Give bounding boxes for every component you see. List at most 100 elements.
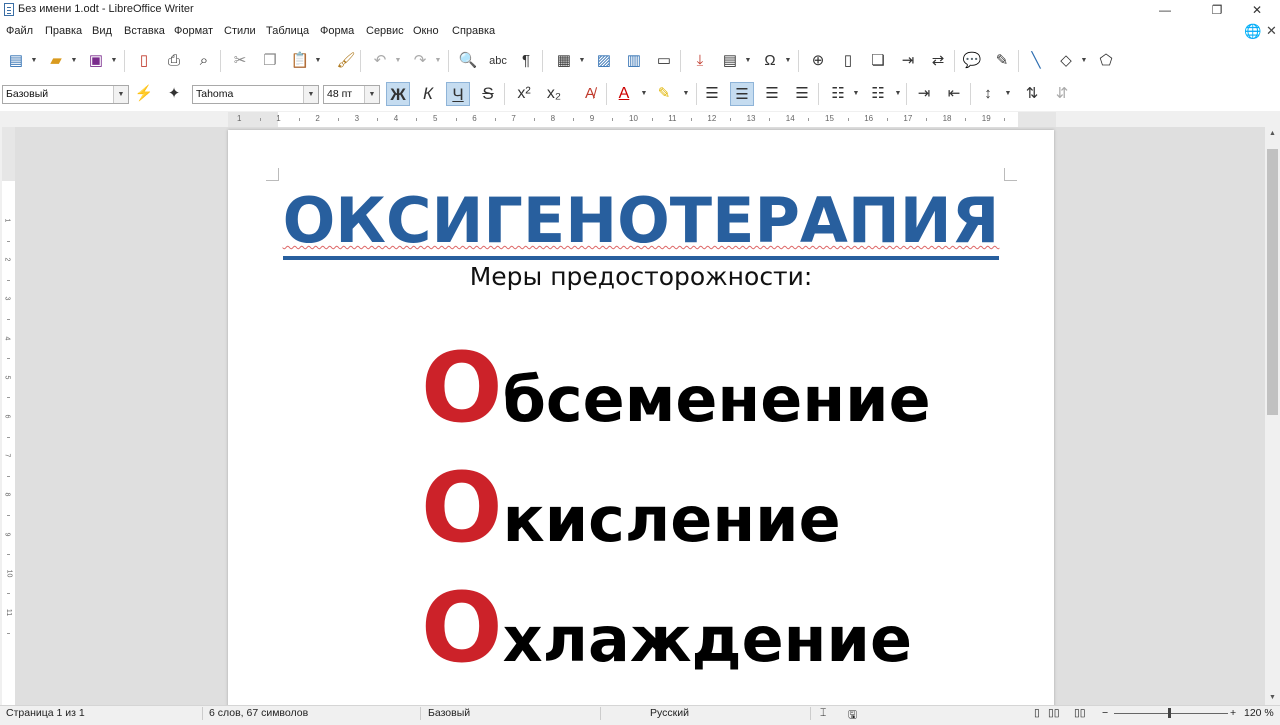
copy-icon[interactable]: ❐ <box>258 49 282 73</box>
ordered-list-icon[interactable]: ☷ <box>866 82 890 106</box>
new-dropdown-icon[interactable]: ▼ <box>30 49 38 73</box>
align-center-icon[interactable]: ☰ <box>730 82 754 106</box>
menu-tools[interactable]: Сервис <box>366 25 404 37</box>
draw-functions-icon[interactable]: ⬠ <box>1094 49 1118 73</box>
font-color-icon[interactable]: A <box>612 82 636 106</box>
track-changes-icon[interactable]: ✎ <box>990 49 1014 73</box>
vertical-ruler[interactable]: 1 2 3 4 5 6 7 8 9 10 11 <box>2 127 16 705</box>
shapes-dropdown-icon[interactable]: ▼ <box>1080 49 1088 73</box>
italic-button[interactable]: К <box>416 82 440 106</box>
insert-textbox-icon[interactable]: ▭ <box>652 49 676 73</box>
menu-format[interactable]: Формат <box>174 25 213 37</box>
multi-page-view-icon[interactable]: ▯▯ <box>1048 707 1060 719</box>
paste-icon[interactable]: 📋 <box>288 49 312 73</box>
save-dropdown-icon[interactable]: ▼ <box>110 49 118 73</box>
book-view-icon[interactable]: ▯▯ <box>1074 707 1086 719</box>
decrease-indent-icon[interactable]: ⇤ <box>942 82 966 106</box>
cut-icon[interactable]: ✂ <box>228 49 252 73</box>
cross-reference-icon[interactable]: ⇄ <box>926 49 950 73</box>
document-modified-icon[interactable]: 🖫 <box>848 707 857 725</box>
new-document-icon[interactable]: ▤ <box>4 49 28 73</box>
basic-shapes-icon[interactable]: ◇ <box>1054 49 1078 73</box>
scroll-up-icon[interactable]: ▲ <box>1265 127 1280 141</box>
list-item[interactable]: Обсеменение <box>421 332 931 444</box>
align-left-icon[interactable]: ☰ <box>700 82 724 106</box>
paragraph-style-combo[interactable]: Базовый ▼ <box>2 85 129 104</box>
chevron-down-icon[interactable]: ▼ <box>364 86 379 103</box>
scroll-down-icon[interactable]: ▼ <box>1265 691 1280 705</box>
vertical-scrollbar[interactable]: ▲ ▼ <box>1265 127 1280 705</box>
zoom-slider[interactable] <box>1114 713 1228 714</box>
highlight-dropdown-icon[interactable]: ▼ <box>682 82 690 106</box>
menu-edit[interactable]: Правка <box>45 25 82 37</box>
document-heading[interactable]: ОКСИГЕНОТЕРАПИЯ <box>282 186 1000 260</box>
close-window-button[interactable]: ✕ <box>1234 0 1280 20</box>
insert-table-icon[interactable]: ▦ <box>552 49 576 73</box>
minimize-button[interactable]: — <box>1142 0 1188 20</box>
text-language[interactable]: Русский <box>650 707 689 719</box>
decrease-paragraph-spacing-icon[interactable]: ⇵ <box>1050 82 1074 106</box>
page-break-icon[interactable]: ⤓ <box>688 49 712 73</box>
increase-paragraph-spacing-icon[interactable]: ⇅ <box>1020 82 1044 106</box>
font-color-dropdown-icon[interactable]: ▼ <box>640 82 648 106</box>
increase-indent-icon[interactable]: ⇥ <box>912 82 936 106</box>
list-item[interactable]: Окисление <box>421 452 841 564</box>
comment-icon[interactable]: 💬 <box>960 49 984 73</box>
chevron-down-icon[interactable]: ▼ <box>303 86 318 103</box>
redo-dropdown-icon[interactable]: ▼ <box>434 49 442 73</box>
font-name-combo[interactable]: Tahoma ▼ <box>192 85 319 104</box>
find-replace-icon[interactable]: 🔍 <box>456 49 480 73</box>
justify-icon[interactable]: ☰ <box>790 82 814 106</box>
document-subtitle[interactable]: Меры предосторожности: <box>228 262 1054 291</box>
new-style-icon[interactable]: ✦ <box>162 82 186 106</box>
zoom-slider-handle[interactable] <box>1168 708 1171 718</box>
print-icon[interactable]: ⎙ <box>162 49 186 73</box>
insert-chart-icon[interactable]: ▥ <box>622 49 646 73</box>
line-spacing-icon[interactable]: ↕ <box>976 82 1000 106</box>
hyperlink-icon[interactable]: ⊕ <box>806 49 830 73</box>
menu-form[interactable]: Форма <box>320 25 354 37</box>
page-style[interactable]: Базовый <box>428 707 470 719</box>
insert-image-icon[interactable]: ▨ <box>592 49 616 73</box>
align-right-icon[interactable]: ☰ <box>760 82 784 106</box>
menu-file[interactable]: Файл <box>6 25 33 37</box>
scrollbar-thumb[interactable] <box>1267 149 1278 415</box>
insert-mode-icon[interactable]: ⌶ <box>820 707 826 720</box>
zoom-in-icon[interactable]: + <box>1230 707 1236 719</box>
menu-view[interactable]: Вид <box>92 25 112 37</box>
superscript-button[interactable]: x² <box>512 82 536 106</box>
unordered-list-dropdown-icon[interactable]: ▼ <box>852 82 860 106</box>
word-count[interactable]: 6 слов, 67 символов <box>209 707 308 719</box>
print-preview-icon[interactable]: ⌕ <box>192 49 216 73</box>
chevron-down-icon[interactable]: ▼ <box>113 86 128 103</box>
list-item[interactable]: Охлаждение <box>421 572 912 684</box>
save-icon[interactable]: ▣ <box>84 49 108 73</box>
single-page-view-icon[interactable]: ▯ <box>1034 707 1040 719</box>
update-style-icon[interactable]: ⚡ <box>132 82 156 106</box>
formatting-marks-icon[interactable]: ¶ <box>514 49 538 73</box>
paste-dropdown-icon[interactable]: ▼ <box>314 49 322 73</box>
zoom-level[interactable]: 120 % <box>1244 707 1274 719</box>
highlight-color-icon[interactable]: ✎ <box>652 82 676 106</box>
special-character-icon[interactable]: Ω <box>758 49 782 73</box>
endnote-icon[interactable]: ❏ <box>866 49 890 73</box>
bookmark-icon[interactable]: ⇥ <box>896 49 920 73</box>
spelling-icon[interactable]: abc <box>486 49 510 73</box>
menu-insert[interactable]: Вставка <box>124 25 165 37</box>
ordered-list-dropdown-icon[interactable]: ▼ <box>894 82 902 106</box>
open-dropdown-icon[interactable]: ▼ <box>70 49 78 73</box>
footnote-icon[interactable]: ▯ <box>836 49 860 73</box>
undo-dropdown-icon[interactable]: ▼ <box>394 49 402 73</box>
line-icon[interactable]: ╲ <box>1024 49 1048 73</box>
menu-styles[interactable]: Стили <box>224 25 256 37</box>
insert-field-icon[interactable]: ▤ <box>718 49 742 73</box>
line-spacing-dropdown-icon[interactable]: ▼ <box>1004 82 1012 106</box>
subscript-button[interactable]: x₂ <box>542 82 566 106</box>
menu-table[interactable]: Таблица <box>266 25 309 37</box>
horizontal-ruler[interactable]: 1 1 2 3 4 5 6 7 8 9 10 11 12 13 14 15 16 17 18 19 <box>228 112 1056 128</box>
underline-button[interactable]: Ч <box>446 82 470 106</box>
bold-button[interactable]: Ж <box>386 82 410 106</box>
document-workspace[interactable]: ОКСИГЕНОТЕРАПИЯ Меры предосторожности: О… <box>15 127 1265 705</box>
menu-window[interactable]: Окно <box>413 25 439 37</box>
field-dropdown-icon[interactable]: ▼ <box>744 49 752 73</box>
